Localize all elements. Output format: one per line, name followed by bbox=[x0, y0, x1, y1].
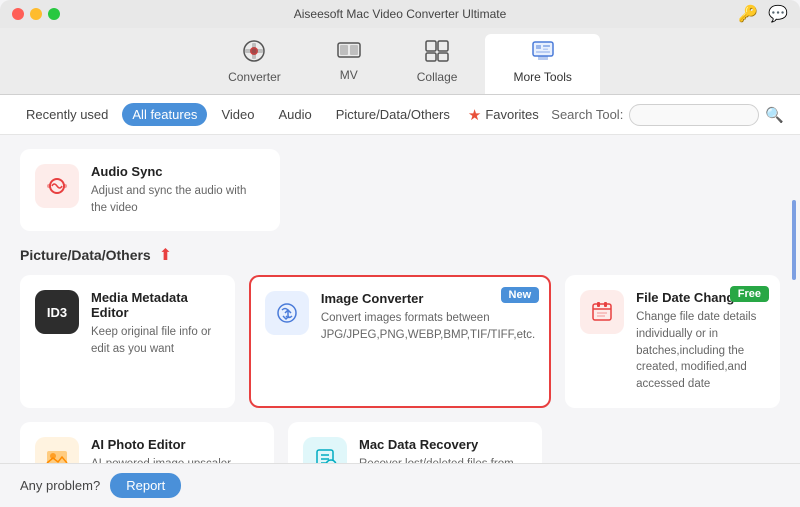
collage-label: Collage bbox=[417, 70, 458, 84]
report-button[interactable]: Report bbox=[110, 473, 181, 498]
media-metadata-desc: Keep original file info or edit as you w… bbox=[91, 324, 220, 357]
filter-picture-data-others[interactable]: Picture/Data/Others bbox=[326, 103, 460, 126]
scrollbar[interactable] bbox=[792, 200, 796, 280]
image-converter-desc: Convert images formats between JPG/JPEG,… bbox=[321, 310, 535, 343]
audio-section: Audio Sync Adjust and sync the audio wit… bbox=[20, 149, 780, 231]
search-icon[interactable]: 🔍 bbox=[765, 106, 784, 124]
picture-section-title: Picture/Data/Others bbox=[20, 247, 151, 263]
converter-icon bbox=[242, 40, 266, 66]
search-label: Search Tool: bbox=[551, 107, 623, 122]
audio-sync-icon bbox=[35, 164, 79, 208]
close-button[interactable] bbox=[12, 8, 24, 20]
filter-audio[interactable]: Audio bbox=[268, 103, 321, 126]
search-input[interactable] bbox=[629, 104, 759, 126]
file-date-icon bbox=[580, 290, 624, 334]
filter-favorites[interactable]: ★ Favorites bbox=[468, 106, 539, 124]
audio-sync-desc: Adjust and sync the audio with the video bbox=[91, 183, 265, 216]
mac-data-title: Mac Data Recovery bbox=[359, 437, 527, 452]
file-date-text: File Date Changer Change file date detai… bbox=[636, 290, 765, 392]
card-audio-sync[interactable]: Audio Sync Adjust and sync the audio wit… bbox=[20, 149, 280, 231]
card-media-metadata[interactable]: ID3 Media Metadata Editor Keep original … bbox=[20, 275, 235, 407]
filter-video[interactable]: Video bbox=[211, 103, 264, 126]
collage-icon bbox=[425, 40, 449, 66]
star-icon: ★ bbox=[468, 106, 481, 124]
media-metadata-text: Media Metadata Editor Keep original file… bbox=[91, 290, 220, 357]
card-file-date-changer[interactable]: File Date Changer Change file date detai… bbox=[565, 275, 780, 407]
card-image-converter[interactable]: Image Converter Convert images formats b… bbox=[249, 275, 551, 407]
window-controls bbox=[12, 8, 60, 20]
image-converter-icon bbox=[265, 291, 309, 335]
new-badge: New bbox=[501, 287, 540, 303]
section-up-icon: ⬆ bbox=[159, 245, 172, 265]
nav-more-tools[interactable]: More Tools bbox=[485, 34, 599, 94]
any-problem-label: Any problem? bbox=[20, 478, 100, 493]
top-nav: Converter MV Collage bbox=[0, 28, 800, 95]
message-icon: 💬 bbox=[768, 4, 788, 24]
maximize-button[interactable] bbox=[48, 8, 60, 20]
nav-mv[interactable]: MV bbox=[309, 34, 389, 94]
lock-icon: 🔑 bbox=[738, 4, 758, 24]
nav-converter[interactable]: Converter bbox=[200, 34, 309, 94]
mv-label: MV bbox=[340, 68, 358, 82]
main-content: Audio Sync Adjust and sync the audio wit… bbox=[0, 135, 800, 498]
titlebar: Aiseesoft Mac Video Converter Ultimate 🔑… bbox=[0, 0, 800, 28]
converter-label: Converter bbox=[228, 70, 281, 84]
filter-recently-used[interactable]: Recently used bbox=[16, 103, 118, 126]
filter-all-features[interactable]: All features bbox=[122, 103, 207, 126]
filterbar: Recently used All features Video Audio P… bbox=[0, 95, 800, 135]
more-tools-icon bbox=[530, 40, 556, 66]
more-tools-label: More Tools bbox=[513, 70, 571, 84]
free-badge: Free bbox=[730, 286, 769, 302]
picture-section-header: Picture/Data/Others ⬆ bbox=[20, 245, 780, 265]
media-metadata-title: Media Metadata Editor bbox=[91, 290, 220, 320]
media-metadata-icon: ID3 bbox=[35, 290, 79, 334]
audio-sync-title: Audio Sync bbox=[91, 164, 265, 179]
file-date-desc: Change file date details individually or… bbox=[636, 309, 765, 392]
minimize-button[interactable] bbox=[30, 8, 42, 20]
favorites-label: Favorites bbox=[485, 107, 538, 122]
search-area: Search Tool: 🔍 bbox=[551, 104, 784, 126]
picture-cards-row: ID3 Media Metadata Editor Keep original … bbox=[20, 275, 780, 407]
bottombar: Any problem? Report bbox=[0, 463, 800, 507]
titlebar-actions: 🔑 💬 bbox=[738, 4, 788, 24]
ai-photo-title: AI Photo Editor bbox=[91, 437, 259, 452]
nav-collage[interactable]: Collage bbox=[389, 34, 486, 94]
mv-icon bbox=[337, 40, 361, 64]
app-title: Aiseesoft Mac Video Converter Ultimate bbox=[294, 7, 507, 21]
audio-sync-text: Audio Sync Adjust and sync the audio wit… bbox=[91, 164, 265, 216]
